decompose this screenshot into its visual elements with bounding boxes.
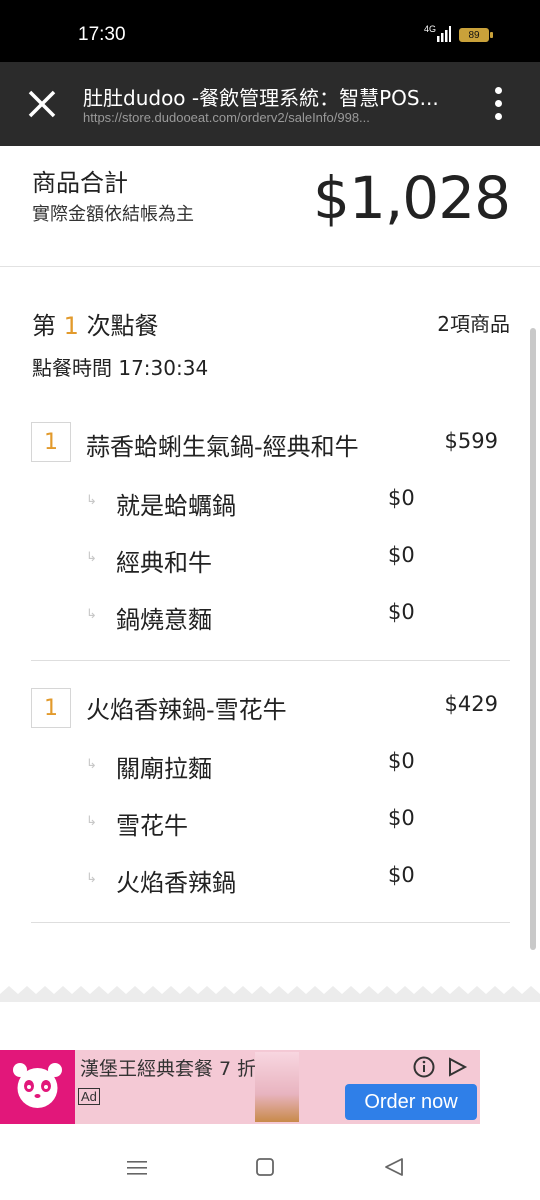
sub-item-name: 火焰香辣鍋 xyxy=(116,869,236,897)
ad-banner[interactable]: 漢堡王經典套餐 7 折起 Ad Order now xyxy=(0,1050,480,1124)
recent-apps-icon[interactable] xyxy=(127,1160,147,1176)
scrollbar[interactable] xyxy=(530,328,536,950)
sub-item-name: 關廟拉麵 xyxy=(116,755,212,783)
ad-label: Ad xyxy=(78,1088,100,1105)
status-bar: 17:30 4G 89 xyxy=(0,0,540,62)
back-icon[interactable] xyxy=(384,1157,404,1177)
receipt-zigzag-edge xyxy=(0,986,540,1002)
item-price: $429 xyxy=(444,692,498,716)
summary-note: 實際金額依結帳為主 xyxy=(32,204,194,225)
item-divider xyxy=(31,660,510,661)
sub-item-price: $0 xyxy=(388,486,415,510)
order-round-title: 第 1 次點餐 xyxy=(32,306,159,341)
network-indicator: 4G xyxy=(424,24,437,34)
item-quantity: 1 xyxy=(31,422,71,462)
status-time: 17:30 xyxy=(78,24,126,45)
summary-total: $1,028 xyxy=(313,164,511,232)
system-navigation-bar xyxy=(0,1130,540,1200)
order-number: 1 xyxy=(63,312,79,340)
sub-item-price: $0 xyxy=(388,543,415,567)
page-title: 肚肚dudoo -餐飲管理系統：智慧POS... xyxy=(83,86,439,110)
adchoices-icon[interactable] xyxy=(446,1056,468,1078)
item-price: $599 xyxy=(444,429,498,453)
sub-item-name: 就是蛤蠣鍋 xyxy=(116,492,236,520)
order-prefix: 第 xyxy=(32,312,56,340)
sub-item-arrow-icon: ↳ xyxy=(86,757,97,772)
battery-icon: 89 xyxy=(459,28,493,42)
item-divider xyxy=(31,922,510,923)
close-icon[interactable] xyxy=(24,86,60,122)
item-quantity: 1 xyxy=(31,688,71,728)
sub-item-price: $0 xyxy=(388,600,415,624)
sub-item-price: $0 xyxy=(388,863,415,887)
foodpanda-logo xyxy=(0,1050,75,1124)
item-count: 2項商品 xyxy=(437,312,510,336)
sub-item-price: $0 xyxy=(388,806,415,830)
order-summary: 商品合計 實際金額依結帳為主 $1,028 xyxy=(0,146,540,267)
order-now-button[interactable]: Order now xyxy=(345,1084,477,1120)
sub-item-arrow-icon: ↳ xyxy=(86,814,97,829)
item-name: 蒜香蛤蜊生氣鍋-經典和牛 xyxy=(86,433,359,461)
info-icon[interactable] xyxy=(413,1056,435,1078)
more-options-icon[interactable] xyxy=(488,84,508,124)
ad-product-image xyxy=(255,1052,299,1122)
home-icon[interactable] xyxy=(256,1158,274,1176)
item-name: 火焰香辣鍋-雪花牛 xyxy=(86,696,287,724)
ad-text: 漢堡王經典套餐 7 折起 xyxy=(80,1058,276,1080)
sub-item-name: 雪花牛 xyxy=(116,812,188,840)
sub-item-arrow-icon: ↳ xyxy=(86,550,97,565)
browser-app-bar: 肚肚dudoo -餐飲管理系統：智慧POS... https://store.d… xyxy=(0,62,540,146)
sub-item-arrow-icon: ↳ xyxy=(86,607,97,622)
sub-item-name: 鍋燒意麵 xyxy=(116,606,212,634)
sub-item-name: 經典和牛 xyxy=(116,549,212,577)
signal-icon xyxy=(437,26,451,42)
sub-item-arrow-icon: ↳ xyxy=(86,493,97,508)
order-suffix: 次點餐 xyxy=(86,312,159,340)
sub-item-arrow-icon: ↳ xyxy=(86,871,97,886)
summary-label: 商品合計 xyxy=(32,169,128,197)
panda-icon xyxy=(13,1063,62,1108)
sub-item-price: $0 xyxy=(388,749,415,773)
order-time: 點餐時間 17:30:34 xyxy=(32,356,209,380)
page-url: https://store.dudooeat.com/orderv2/saleI… xyxy=(83,110,370,125)
